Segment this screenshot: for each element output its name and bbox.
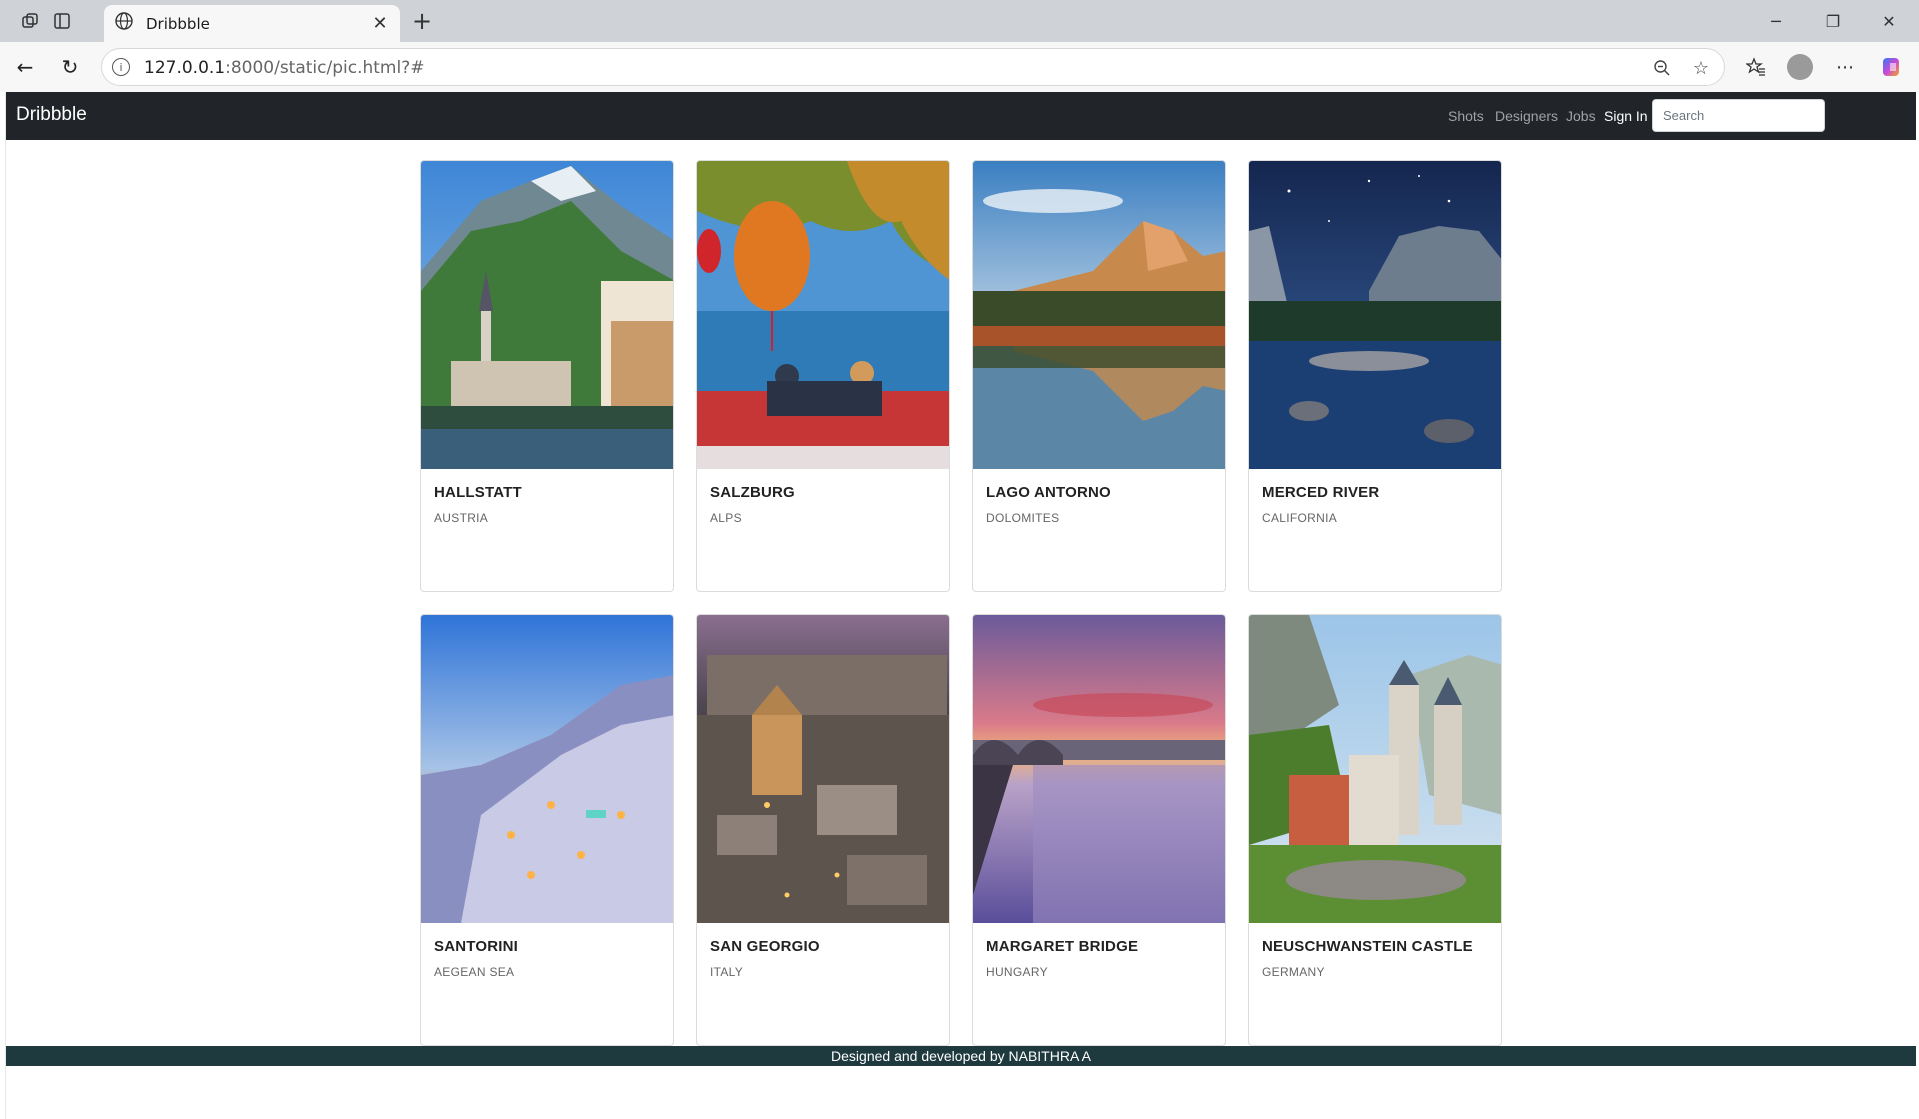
nav-link-shots[interactable]: Shots <box>1448 108 1484 124</box>
card-neuschwanstein-castle[interactable]: NEUSCHWANSTEIN CASTLE GERMANY <box>1248 614 1502 1046</box>
url-text[interactable]: 127.0.0.1:8000/static/pic.html?# <box>144 58 425 78</box>
site-footer: Designed and developed by NABITHRA A <box>6 1046 1916 1066</box>
card-image-santorini <box>421 615 673 923</box>
card-subtitle: ITALY <box>710 965 744 979</box>
card-subtitle: GERMANY <box>1262 965 1325 979</box>
card-santorini[interactable]: SANTORINI AEGEAN SEA <box>420 614 674 1046</box>
card-image-san-georgio <box>697 615 949 923</box>
card-image-salzburg <box>697 161 949 469</box>
browser-tabbar: Dribbble ✕ + ─ ❐ ✕ <box>0 0 1919 42</box>
brand-logo[interactable]: Dribbble <box>16 104 87 126</box>
card-subtitle: AEGEAN SEA <box>434 965 515 979</box>
copilot-icon[interactable] <box>1878 52 1908 82</box>
card-margaret-bridge[interactable]: MARGARET BRIDGE HUNGARY <box>972 614 1226 1046</box>
card-lago-antorno[interactable]: LAGO ANTORNO DOLOMITES <box>972 160 1226 592</box>
globe-icon <box>114 11 134 36</box>
card-title: SANTORINI <box>434 938 519 955</box>
restore-icon[interactable]: ❐ <box>1810 8 1856 34</box>
profile-icon[interactable] <box>1785 52 1815 82</box>
card-subtitle: CALIFORNIA <box>1262 511 1338 525</box>
nav-link-jobs[interactable]: Jobs <box>1566 108 1596 124</box>
card-san-georgio[interactable]: SAN GEORGIO ITALY <box>696 614 950 1046</box>
card-title: LAGO ANTORNO <box>986 484 1111 501</box>
workspaces-icon[interactable] <box>16 8 44 34</box>
card-subtitle: AUSTRIA <box>434 511 489 525</box>
card-image-neuschwanstein-castle <box>1249 615 1501 923</box>
card-subtitle: DOLOMITES <box>986 511 1060 525</box>
card-title: MARGARET BRIDGE <box>986 938 1139 955</box>
info-icon[interactable]: i <box>112 58 130 76</box>
site-navbar: Dribbble Shots Designers Jobs Sign In <box>6 92 1916 140</box>
card-image-lago-antorno <box>973 161 1225 469</box>
search-input[interactable] <box>1652 99 1825 132</box>
card-image-hallstatt <box>421 161 673 469</box>
url-host: 127.0.0.1 <box>144 58 226 78</box>
page-viewport: Dribbble Shots Designers Jobs Sign In Se… <box>5 92 1916 1119</box>
favorite-star-icon[interactable]: ☆ <box>1688 55 1714 81</box>
browser-toolbar: ← ↻ i 127.0.0.1:8000/static/pic.html?# ☆… <box>0 42 1919 92</box>
card-salzburg[interactable]: SALZBURG ALPS <box>696 160 950 592</box>
card-title: NEUSCHWANSTEIN CASTLE <box>1262 938 1473 955</box>
card-subtitle: ALPS <box>710 511 742 525</box>
card-image-merced-river <box>1249 161 1501 469</box>
address-bar[interactable]: i 127.0.0.1:8000/static/pic.html?# ☆ <box>101 48 1725 86</box>
nav-link-designers[interactable]: Designers <box>1495 108 1558 124</box>
tab-title: Dribbble <box>146 14 210 33</box>
back-icon[interactable]: ← <box>10 52 40 82</box>
card-title: MERCED RIVER <box>1262 484 1380 501</box>
new-tab-icon[interactable]: + <box>409 7 435 35</box>
zoom-icon[interactable] <box>1649 55 1675 81</box>
card-image-margaret-bridge <box>973 615 1225 923</box>
favorites-icon[interactable] <box>1741 52 1771 82</box>
url-rest: :8000/static/pic.html?# <box>225 58 425 78</box>
card-title: SALZBURG <box>710 484 795 501</box>
vertical-tabs-icon[interactable] <box>48 8 76 34</box>
close-tab-icon[interactable]: ✕ <box>370 13 390 33</box>
card-subtitle: HUNGARY <box>986 965 1048 979</box>
minimize-icon[interactable]: ─ <box>1753 8 1799 34</box>
card-title: HALLSTATT <box>434 484 522 501</box>
card-hallstatt[interactable]: HALLSTATT AUSTRIA <box>420 160 674 592</box>
refresh-icon[interactable]: ↻ <box>55 52 85 82</box>
card-merced-river[interactable]: MERCED RIVER CALIFORNIA <box>1248 160 1502 592</box>
close-window-icon[interactable]: ✕ <box>1866 8 1912 34</box>
browser-tab[interactable]: Dribbble ✕ <box>104 5 400 42</box>
nav-link-signin[interactable]: Sign In <box>1604 108 1648 124</box>
more-options-icon[interactable]: ⋯ <box>1830 52 1860 82</box>
card-title: SAN GEORGIO <box>710 938 820 955</box>
